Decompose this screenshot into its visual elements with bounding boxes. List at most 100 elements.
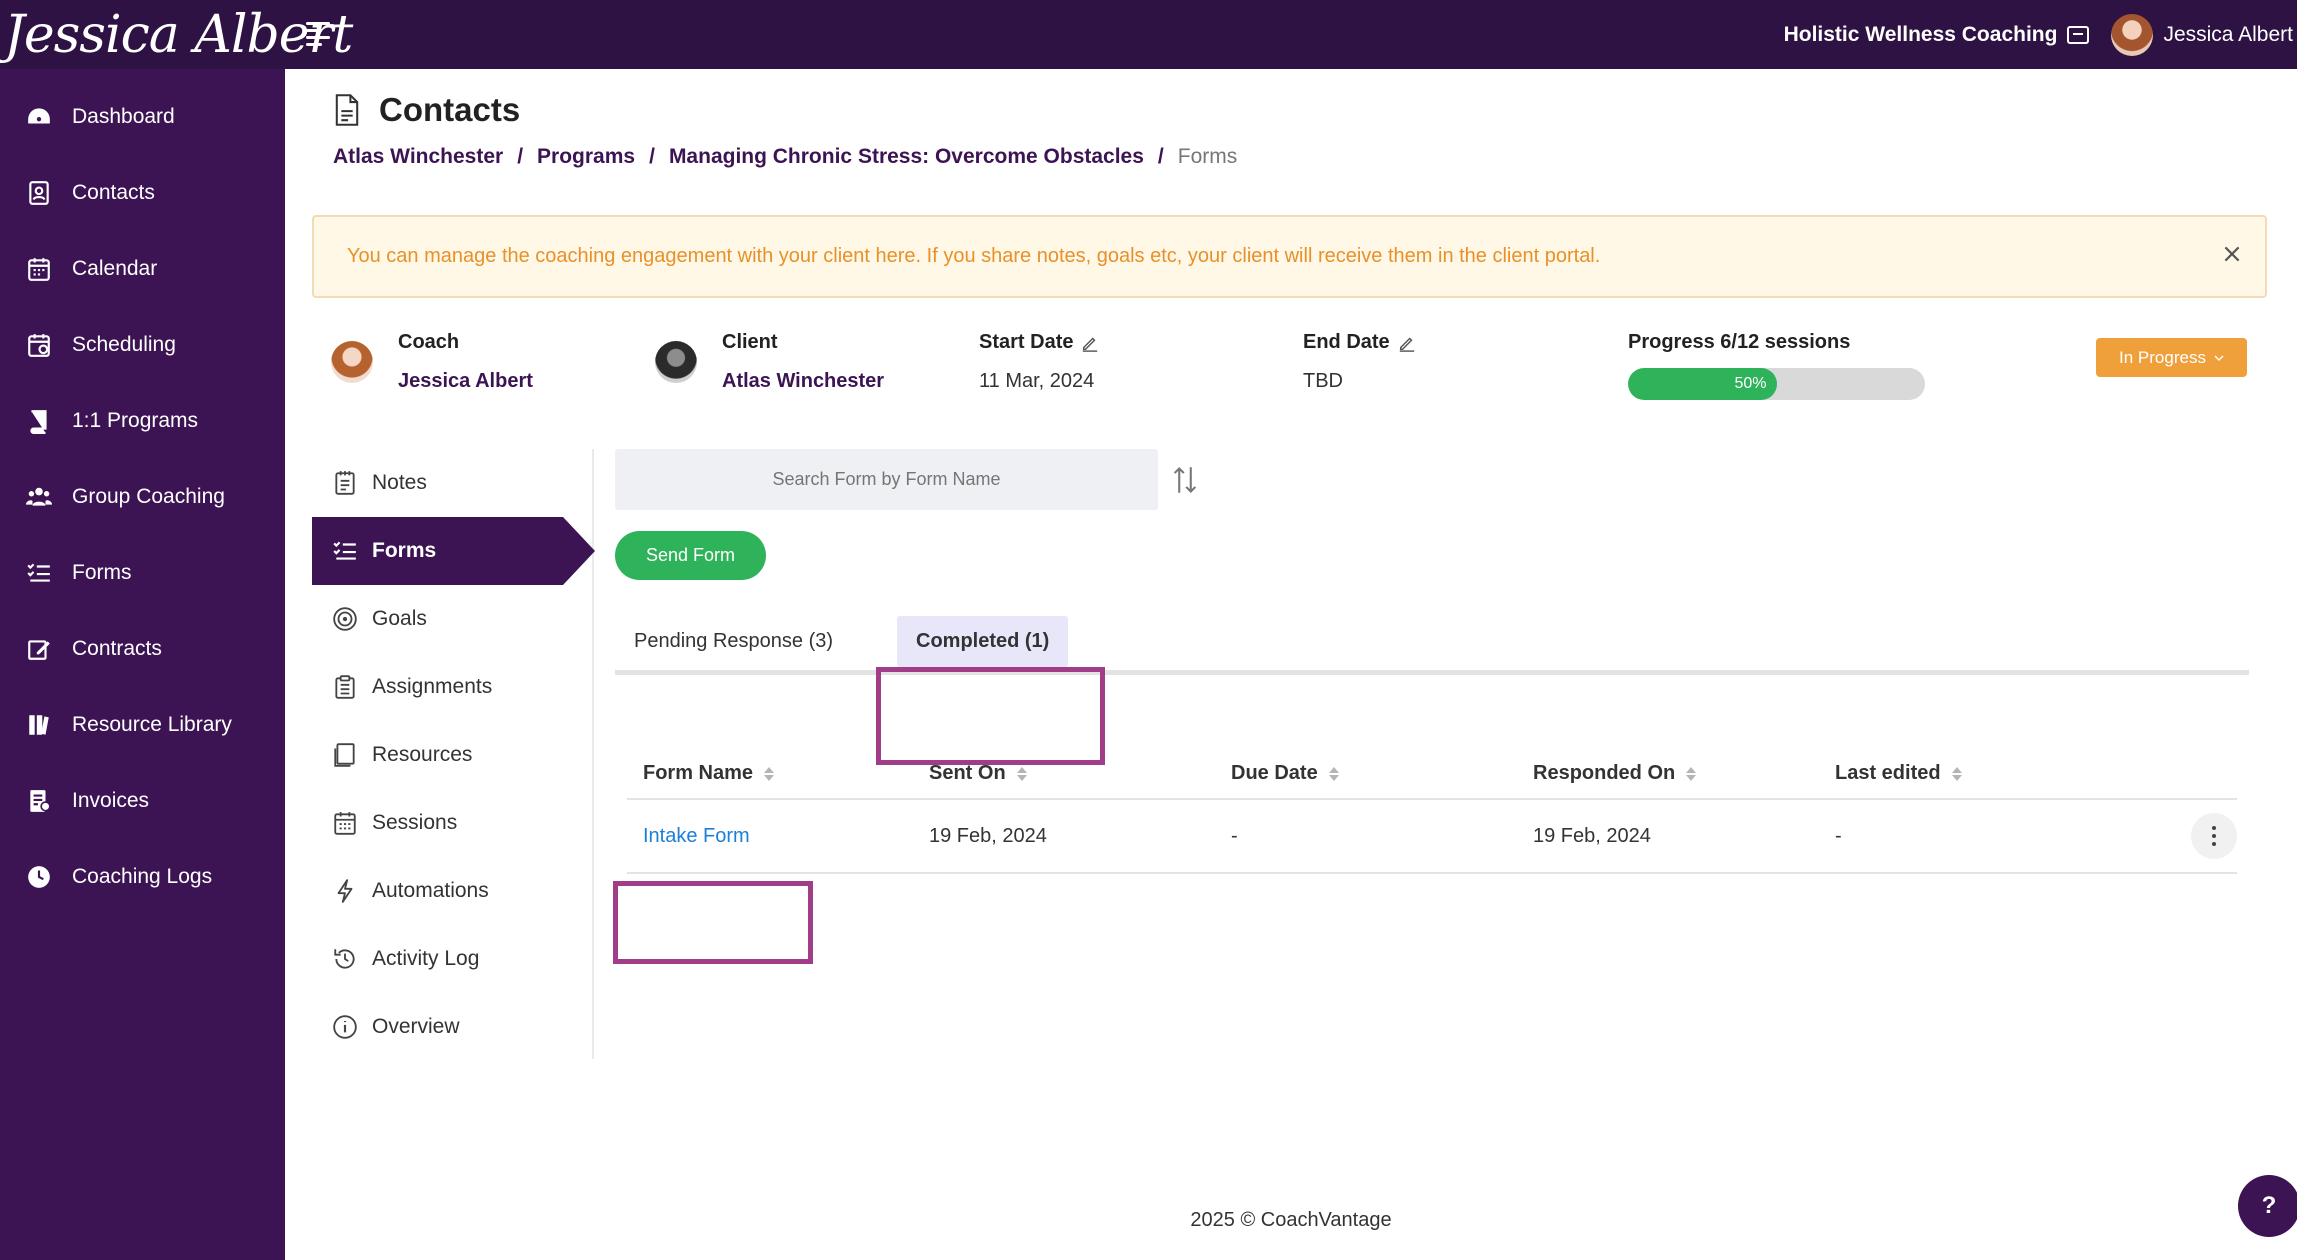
col-due-date[interactable]: Due Date: [1231, 762, 1533, 785]
form-name-link[interactable]: Intake Form: [627, 825, 929, 848]
scheduling-icon: [26, 332, 52, 358]
last-edited-cell: -: [1835, 824, 1842, 847]
user-name[interactable]: Jessica Albert: [2163, 23, 2297, 47]
sidebar-item-contacts[interactable]: Contacts: [0, 155, 285, 231]
subnav-activity-log[interactable]: Activity Log: [312, 925, 592, 993]
status-label: In Progress: [2119, 347, 2206, 367]
client-info: Client Atlas Winchester: [722, 331, 884, 393]
document-icon: [335, 94, 359, 126]
library-icon: [26, 712, 52, 738]
start-date-label: Start Date: [979, 331, 1074, 353]
sidebar-item-forms[interactable]: Forms: [0, 535, 285, 611]
invoice-icon: [26, 788, 52, 814]
user-avatar[interactable]: [2111, 13, 2154, 56]
target-icon: [333, 607, 357, 631]
sidebar-item-label: Scheduling: [72, 333, 176, 356]
coach-avatar: [331, 341, 373, 383]
subnav-label: Goals: [372, 607, 427, 630]
sort-arrows-icon: [1686, 766, 1697, 781]
search-input[interactable]: [615, 449, 1158, 510]
history-icon: [334, 949, 355, 969]
forms-icon: [26, 560, 52, 586]
col-responded-on[interactable]: Responded On: [1533, 762, 1835, 785]
sidebar-item-label: Group Coaching: [72, 485, 225, 508]
col-last-edited[interactable]: Last edited: [1835, 762, 2137, 785]
forms-table: Form Name Sent On Due Date Responded On …: [627, 749, 2237, 874]
sidebar-item-programs[interactable]: 1:1 Programs: [0, 383, 285, 459]
tab-completed[interactable]: Completed (1): [897, 616, 1069, 667]
brand-logo[interactable]: Jessica Albert: [0, 0, 353, 69]
subnav-sessions[interactable]: Sessions: [312, 789, 592, 857]
forms-icon: [333, 541, 356, 560]
sidebar-item-calendar[interactable]: Calendar: [0, 231, 285, 307]
due-date-cell: -: [1231, 824, 1238, 847]
client-name[interactable]: Atlas Winchester: [722, 370, 884, 393]
org-name[interactable]: Holistic Wellness Coaching: [1784, 23, 2058, 47]
page-title: Contacts: [379, 91, 521, 128]
progress: Progress 6/12 sessions 50%: [1628, 331, 1925, 400]
sidebar-item-scheduling[interactable]: Scheduling: [0, 307, 285, 383]
coach-name[interactable]: Jessica Albert: [398, 370, 533, 393]
main-content: Contacts Atlas Winchester / Programs / M…: [285, 69, 2297, 1260]
row-actions-button[interactable]: [2191, 813, 2237, 859]
coach-info: Coach Jessica Albert: [398, 331, 533, 393]
sidebar-item-coaching-logs[interactable]: Coaching Logs: [0, 839, 285, 915]
chevron-down-icon: [2214, 355, 2224, 361]
subnav-label: Sessions: [372, 811, 458, 834]
breadcrumb: Atlas Winchester / Programs / Managing C…: [333, 145, 1237, 169]
client-avatar: [655, 341, 697, 383]
sidebar-item-group-coaching[interactable]: Group Coaching: [0, 459, 285, 535]
sidebar-item-resource-library[interactable]: Resource Library: [0, 687, 285, 763]
start-date-value: 11 Mar, 2024: [979, 370, 1095, 392]
subnav-goals[interactable]: Goals: [312, 585, 592, 653]
status-dropdown[interactable]: In Progress: [2096, 338, 2247, 377]
edit-start-date-icon[interactable]: [1081, 334, 1099, 352]
sidebar-item-label: Invoices: [72, 789, 150, 812]
contract-icon: [26, 636, 52, 662]
dashboard-icon: [26, 104, 52, 130]
calendar-icon: [26, 256, 52, 282]
col-form-name[interactable]: Form Name: [627, 762, 929, 785]
subnav-label: Activity Log: [372, 947, 480, 970]
subnav-resources[interactable]: Resources: [312, 721, 592, 789]
sidebar-item-label: Coaching Logs: [72, 865, 213, 888]
subnav-label: Overview: [372, 1015, 460, 1038]
sidebar-item-label: Forms: [72, 561, 132, 584]
contacts-icon: [26, 180, 52, 206]
end-date: End Date TBD: [1303, 331, 1416, 393]
close-icon[interactable]: [2221, 243, 2243, 265]
end-date-value: TBD: [1303, 370, 1343, 392]
sidebar-item-invoices[interactable]: Invoices: [0, 763, 285, 839]
more-vertical-icon: [2212, 826, 2216, 846]
sidebar-item-dashboard[interactable]: Dashboard: [0, 79, 285, 155]
subnav-notes[interactable]: Notes: [312, 449, 592, 517]
briefcase-icon[interactable]: [2067, 25, 2090, 44]
page-header: Contacts: [333, 91, 520, 129]
sidebar-item-label: Contacts: [72, 181, 155, 204]
breadcrumb-current: Forms: [1177, 145, 1238, 168]
subnav-label: Assignments: [372, 675, 493, 698]
clock-icon: [26, 864, 52, 890]
edit-end-date-icon[interactable]: [1398, 334, 1416, 352]
subnav-label: Notes: [372, 471, 427, 494]
tab-pending-response[interactable]: Pending Response (3): [615, 616, 852, 667]
col-sent-on[interactable]: Sent On: [929, 762, 1231, 785]
sort-icon[interactable]: [1171, 465, 1199, 495]
sessions-icon: [334, 812, 356, 835]
breadcrumb-separator: /: [517, 145, 524, 168]
sidebar-item-contracts[interactable]: Contracts: [0, 611, 285, 687]
breadcrumb-programs[interactable]: Programs: [537, 145, 635, 169]
sidebar-item-label: Contracts: [72, 637, 162, 660]
sort-arrows-icon: [1328, 766, 1339, 781]
help-button[interactable]: ?: [2238, 1175, 2297, 1237]
subnav-forms[interactable]: Forms: [312, 517, 595, 585]
breadcrumb-contact[interactable]: Atlas Winchester: [333, 145, 503, 169]
subnav-overview[interactable]: Overview: [312, 993, 592, 1061]
send-form-button[interactable]: Send Form: [615, 531, 766, 580]
subnav-assignments[interactable]: Assignments: [312, 653, 592, 721]
notes-icon: [335, 471, 355, 495]
menu-toggle-icon[interactable]: [306, 22, 332, 46]
breadcrumb-program[interactable]: Managing Chronic Stress: Overcome Obstac…: [669, 145, 1144, 169]
subnav-automations[interactable]: Automations: [312, 857, 592, 925]
sort-arrows-icon: [1951, 766, 1962, 781]
